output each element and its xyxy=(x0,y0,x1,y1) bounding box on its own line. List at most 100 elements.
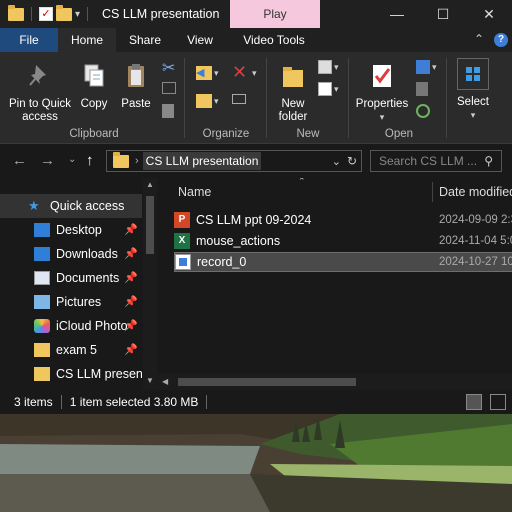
pin-icon[interactable]: 📌 xyxy=(124,319,138,332)
breadcrumb-separator-icon[interactable]: › xyxy=(135,155,139,167)
divider xyxy=(31,7,32,21)
navigation-pane: ★ Quick access Desktop 📌 Downloads 📌 Doc… xyxy=(0,178,158,390)
properties-button[interactable]: Properties ▾ xyxy=(352,62,412,124)
folder-icon xyxy=(34,367,50,381)
tab-play-contextual[interactable]: Play xyxy=(230,0,320,28)
desktop-wallpaper xyxy=(0,414,512,512)
tab-share[interactable]: Share xyxy=(118,28,172,52)
pin-to-quick-access-button[interactable]: Pin to Quick access xyxy=(4,62,76,124)
open-icon[interactable] xyxy=(416,60,430,74)
copy-to-icon[interactable] xyxy=(196,94,212,108)
delete-dropdown-icon[interactable]: ▾ xyxy=(252,68,257,79)
close-button[interactable]: ✕ xyxy=(466,0,512,28)
pin-icon[interactable]: 📌 xyxy=(124,247,138,260)
address-bar[interactable]: › CS LLM presentation ⌄ ↻ xyxy=(106,150,362,172)
address-dropdown-icon[interactable]: ⌄ xyxy=(332,155,341,168)
divider xyxy=(446,58,447,138)
nav-item-pictures[interactable]: Pictures 📌 xyxy=(0,290,142,314)
nav-item-label: Quick access xyxy=(50,199,125,213)
pin-icon[interactable]: 📌 xyxy=(124,271,138,284)
tab-file[interactable]: File xyxy=(0,28,58,52)
horizontal-scroll-thumb[interactable] xyxy=(178,378,356,386)
tab-view[interactable]: View xyxy=(176,28,224,52)
pin-icon[interactable]: 📌 xyxy=(124,343,138,356)
customize-dropdown-icon[interactable]: ▾ xyxy=(75,9,80,20)
nav-scrollbar[interactable]: ▲ ▼ xyxy=(143,178,157,390)
new-folder-button[interactable]: New folder xyxy=(270,62,316,124)
cut-icon[interactable]: ✂ xyxy=(162,58,175,78)
minimize-button[interactable]: — xyxy=(374,0,420,28)
nav-item-quick-access[interactable]: ★ Quick access xyxy=(0,194,142,218)
select-button[interactable]: Select ▾ xyxy=(450,58,496,122)
horizontal-scrollbar[interactable]: ◀ xyxy=(158,374,512,390)
video-file-icon xyxy=(175,254,191,270)
downloads-icon xyxy=(34,247,50,261)
recent-locations-dropdown-icon[interactable]: ⌄ xyxy=(68,154,76,165)
properties-check-icon[interactable]: ✓ xyxy=(39,7,53,21)
copy-to-dropdown-icon[interactable]: ▾ xyxy=(214,96,219,107)
nav-item-label: Pictures xyxy=(56,295,102,309)
nav-item-cs-llm-presentation[interactable]: CS LLM presenta xyxy=(0,362,142,386)
chevron-up-icon[interactable]: ⌃ xyxy=(474,32,484,46)
excel-file-icon: X xyxy=(174,233,190,249)
paste-button[interactable]: Paste xyxy=(118,62,154,111)
column-divider[interactable] xyxy=(432,182,433,202)
select-dropdown-icon[interactable]: ▾ xyxy=(450,109,496,122)
move-arrow-icon: ◀ xyxy=(196,67,205,79)
copy-icon xyxy=(84,64,104,87)
file-row-selected[interactable]: record_0 2024-10-27 10 xyxy=(174,252,512,272)
nav-item-exam-5[interactable]: exam 5 📌 xyxy=(0,338,142,362)
nav-item-desktop[interactable]: Desktop 📌 xyxy=(0,218,142,242)
file-row[interactable]: P CS LLM ppt 09-2024 2024-09-09 2:3 xyxy=(174,210,512,230)
nav-scroll-thumb[interactable] xyxy=(146,196,154,254)
scroll-left-icon[interactable]: ◀ xyxy=(162,377,168,386)
back-arrow-icon[interactable]: ← xyxy=(12,152,27,169)
column-header-date-modified[interactable]: Date modified xyxy=(439,178,512,206)
large-icons-view-icon[interactable] xyxy=(490,394,506,410)
divider xyxy=(206,395,208,409)
nav-item-icloud-photos[interactable]: iCloud Photo 📌 xyxy=(0,314,142,338)
new-item-dropdown-icon[interactable]: ▾ xyxy=(334,62,339,73)
forward-arrow-icon[interactable]: → xyxy=(40,152,55,169)
help-icon[interactable]: ? xyxy=(494,33,508,47)
tab-video-tools[interactable]: Video Tools xyxy=(232,28,316,52)
properties-dropdown-icon[interactable]: ▾ xyxy=(352,111,412,124)
column-header-name[interactable]: Name xyxy=(178,178,428,206)
open-dropdown-icon[interactable]: ▾ xyxy=(432,62,437,73)
breadcrumb[interactable]: CS LLM presentation xyxy=(142,152,262,170)
properties-label: Properties xyxy=(355,98,409,110)
details-view-icon[interactable] xyxy=(466,394,482,410)
new-folder-icon[interactable] xyxy=(56,4,72,21)
scroll-up-icon[interactable]: ▲ xyxy=(146,180,154,189)
search-icon: ⚲ xyxy=(484,154,493,168)
file-row[interactable]: X mouse_actions 2024-11-04 5:0 xyxy=(174,231,512,251)
pin-icon[interactable]: 📌 xyxy=(124,223,138,236)
maximize-button[interactable]: ☐ xyxy=(420,0,466,28)
tab-home[interactable]: Home xyxy=(58,28,116,52)
nav-item-downloads[interactable]: Downloads 📌 xyxy=(0,242,142,266)
move-dropdown-icon[interactable]: ▾ xyxy=(214,68,219,79)
edit-icon[interactable] xyxy=(416,82,428,96)
properties-icon xyxy=(373,65,391,87)
search-input[interactable]: Search CS LLM ... ⚲ xyxy=(370,150,502,172)
rename-icon[interactable] xyxy=(232,94,246,104)
delete-icon[interactable]: ✕ xyxy=(232,62,247,83)
paste-shortcut-icon[interactable] xyxy=(162,104,174,118)
pin-icon[interactable]: 📌 xyxy=(124,295,138,308)
scroll-down-icon[interactable]: ▼ xyxy=(146,376,154,385)
copy-button[interactable]: Copy xyxy=(76,62,112,111)
folder-icon xyxy=(113,151,129,168)
copy-path-icon[interactable] xyxy=(162,82,176,94)
history-icon[interactable] xyxy=(416,104,430,118)
refresh-icon[interactable]: ↻ xyxy=(347,154,357,168)
new-item-icon[interactable] xyxy=(318,60,332,74)
address-row: ← → ⌄ ↑ › CS LLM presentation ⌄ ↻ Search… xyxy=(0,144,512,178)
up-arrow-icon[interactable]: ↑ xyxy=(86,152,94,169)
divider xyxy=(184,58,185,138)
easy-access-icon[interactable] xyxy=(318,82,332,96)
easy-access-dropdown-icon[interactable]: ▾ xyxy=(334,84,339,95)
nav-item-documents[interactable]: Documents 📌 xyxy=(0,266,142,290)
icloud-photos-icon xyxy=(34,319,50,333)
ribbon-home: Pin to Quick access Copy Paste ✂ Clipboa… xyxy=(0,52,512,144)
folder-icon[interactable] xyxy=(8,4,24,21)
